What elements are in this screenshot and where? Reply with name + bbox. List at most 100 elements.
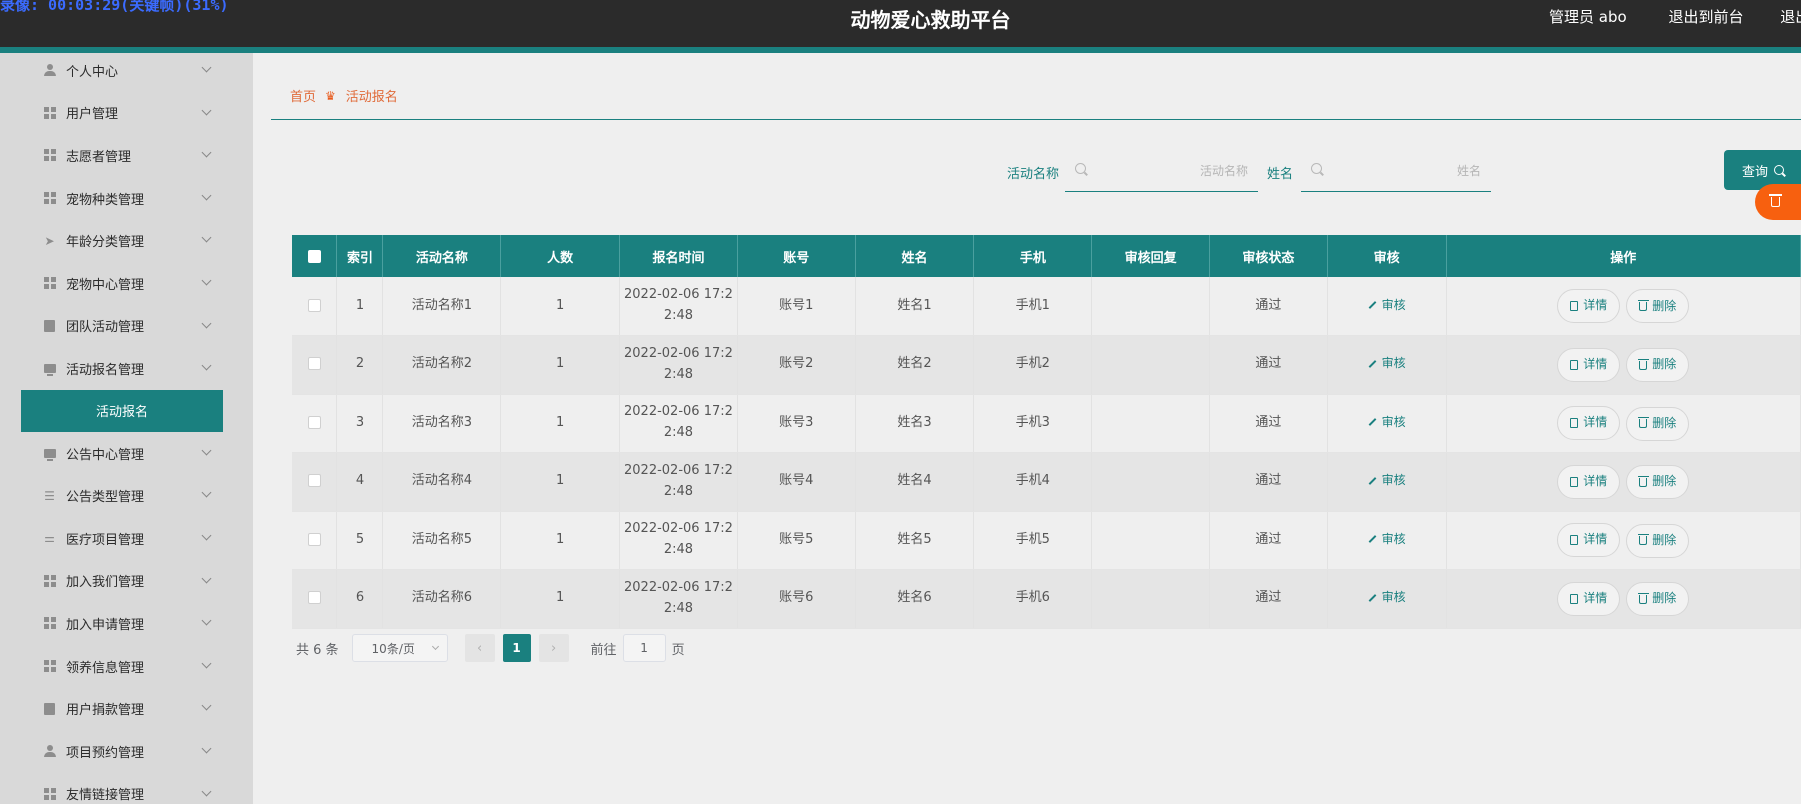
sidebar-item[interactable]: 加入我们管理: [0, 560, 253, 603]
chevron-down-icon: [201, 275, 212, 286]
signup-time-line1: 2022-02-06 17:2: [624, 345, 733, 361]
sidebar-item[interactable]: ☰ 公告类型管理: [0, 474, 253, 517]
name-input[interactable]: [1329, 160, 1481, 182]
grid-icon: [43, 617, 56, 630]
sidebar-item[interactable]: 宠物中心管理: [0, 262, 253, 305]
page-number-current[interactable]: 1: [502, 634, 531, 662]
detail-button[interactable]: 详情: [1557, 406, 1621, 440]
detail-button[interactable]: 详情: [1557, 288, 1621, 323]
breadcrumb-current: 活动报名: [345, 90, 398, 105]
detail-button[interactable]: 详情: [1557, 523, 1621, 557]
row-select-cell: [292, 335, 338, 395]
breadcrumb-home[interactable]: 首页: [290, 86, 316, 105]
sidebar-item-label: 医疗项目管理: [66, 532, 145, 548]
sidebar-item[interactable]: ➤ 年龄分类管理: [0, 219, 253, 262]
header-cell: 姓名: [855, 235, 975, 277]
detail-button[interactable]: 详情: [1557, 464, 1621, 499]
sidebar-item[interactable]: 公告中心管理: [0, 432, 253, 475]
row-checkbox[interactable]: [307, 532, 321, 546]
sidebar-item-label: 年龄分类管理: [66, 235, 145, 251]
signup-time-cell: 2022-02-06 17:2 2:48: [619, 511, 738, 570]
header-cell: 报名时间: [619, 235, 738, 277]
search-icon: [1075, 163, 1086, 174]
sidebar-item[interactable]: 项目预约管理: [0, 730, 253, 773]
audit-link[interactable]: 审核: [1368, 590, 1406, 604]
document-icon: [1570, 535, 1579, 545]
goto-page-input[interactable]: [622, 634, 666, 662]
sidebar-item[interactable]: 志愿者管理: [0, 134, 253, 177]
delete-button[interactable]: 删除: [1626, 348, 1690, 382]
sidebar-item[interactable]: 用户管理: [0, 92, 253, 135]
trash-icon: [1637, 358, 1649, 370]
select-all-cell: [292, 235, 338, 277]
name-cell: 姓名5: [855, 511, 975, 570]
search-icon: [1774, 165, 1785, 175]
sidebar-item[interactable]: 个人中心: [0, 53, 253, 92]
name-label: 姓名: [1267, 167, 1294, 182]
sidebar-item[interactable]: 加入申请管理: [0, 602, 253, 645]
back-to-front-link[interactable]: 退出到前台: [1668, 8, 1743, 26]
chevron-down-icon: [201, 232, 212, 243]
audit-status-cell: 通过: [1209, 394, 1328, 453]
row-checkbox[interactable]: [307, 474, 321, 488]
sidebar-item[interactable]: ⚌ 医疗项目管理: [0, 517, 253, 560]
chevron-down-icon: [201, 105, 212, 116]
chevron-down-icon: [201, 658, 212, 669]
row-checkbox[interactable]: [307, 298, 321, 312]
chevron-down-icon: [201, 445, 212, 456]
select-all-checkbox[interactable]: [307, 249, 321, 263]
table-row: 1 活动名称1 1 2022-02-06 17:2 2:48 账号1 姓名1 手机1 通过 审核详…: [292, 277, 1801, 336]
audit-link[interactable]: 审核: [1368, 415, 1406, 429]
sidebar-subitem-activity-signup[interactable]: 活动报名: [21, 389, 223, 432]
sidebar-subitem-label: 活动报名: [95, 405, 148, 421]
page-size-value: 10条/页: [371, 641, 415, 656]
prev-page-button[interactable]: ‹: [464, 634, 495, 662]
batch-delete-button[interactable]: [1755, 184, 1801, 220]
signup-time-line1: 2022-02-06 17:2: [624, 521, 733, 537]
sidebar-item[interactable]: 团队活动管理: [0, 305, 253, 348]
trash-icon: [1637, 534, 1649, 545]
phone-cell: 手机5: [973, 511, 1093, 570]
sidebar-item[interactable]: 用户捐款管理: [0, 687, 253, 730]
chevron-down-icon: [431, 642, 439, 651]
goto-suffix: 页: [671, 642, 685, 658]
detail-button[interactable]: 详情: [1557, 581, 1621, 616]
page-size-select[interactable]: 10条/页: [351, 634, 448, 662]
count-cell: 1: [500, 277, 621, 336]
signup-time-line2: 2:48: [663, 483, 694, 499]
activity-name-input[interactable]: [1093, 160, 1248, 182]
logout-link[interactable]: 退出登录: [1780, 8, 1801, 26]
delete-button[interactable]: 删除: [1626, 465, 1690, 499]
signup-time-line2: 2:48: [663, 366, 694, 382]
audit-link[interactable]: 审核: [1368, 298, 1406, 312]
delete-button[interactable]: 删除: [1626, 406, 1690, 441]
audit-link[interactable]: 审核: [1368, 356, 1406, 370]
header-cell: 账号: [737, 235, 856, 277]
account-cell: 账号6: [737, 569, 856, 629]
audit-reply-cell: [1091, 277, 1210, 336]
delete-button[interactable]: 删除: [1626, 523, 1690, 558]
sidebar-item[interactable]: 宠物种类管理: [0, 177, 253, 220]
audit-link[interactable]: 审核: [1368, 532, 1406, 546]
edit-icon: [1368, 418, 1377, 427]
signup-time-line1: 2022-02-06 17:2: [624, 462, 733, 478]
row-select-cell: [292, 511, 338, 570]
row-checkbox[interactable]: [307, 591, 321, 605]
audit-link[interactable]: 审核: [1368, 473, 1406, 487]
audit-reply-cell: [1091, 452, 1210, 512]
sidebar-item[interactable]: 领养信息管理: [0, 645, 253, 688]
delete-button[interactable]: 删除: [1626, 582, 1690, 616]
document-icon: [1570, 476, 1579, 487]
detail-button[interactable]: 详情: [1557, 347, 1621, 382]
edit-icon: [1368, 301, 1377, 309]
row-checkbox[interactable]: [307, 357, 321, 371]
sidebar-item[interactable]: 友情链接管理: [0, 773, 253, 804]
row-checkbox[interactable]: [307, 415, 321, 429]
next-page-button[interactable]: ›: [538, 634, 569, 662]
delete-button[interactable]: 删除: [1626, 289, 1690, 324]
chevron-down-icon: [201, 360, 212, 371]
audit-link-label: 审核: [1381, 297, 1406, 312]
sidebar-item[interactable]: 活动报名管理: [0, 347, 253, 390]
sidebar-item-label: 领养信息管理: [66, 660, 145, 676]
account-cell: 账号5: [737, 511, 856, 570]
